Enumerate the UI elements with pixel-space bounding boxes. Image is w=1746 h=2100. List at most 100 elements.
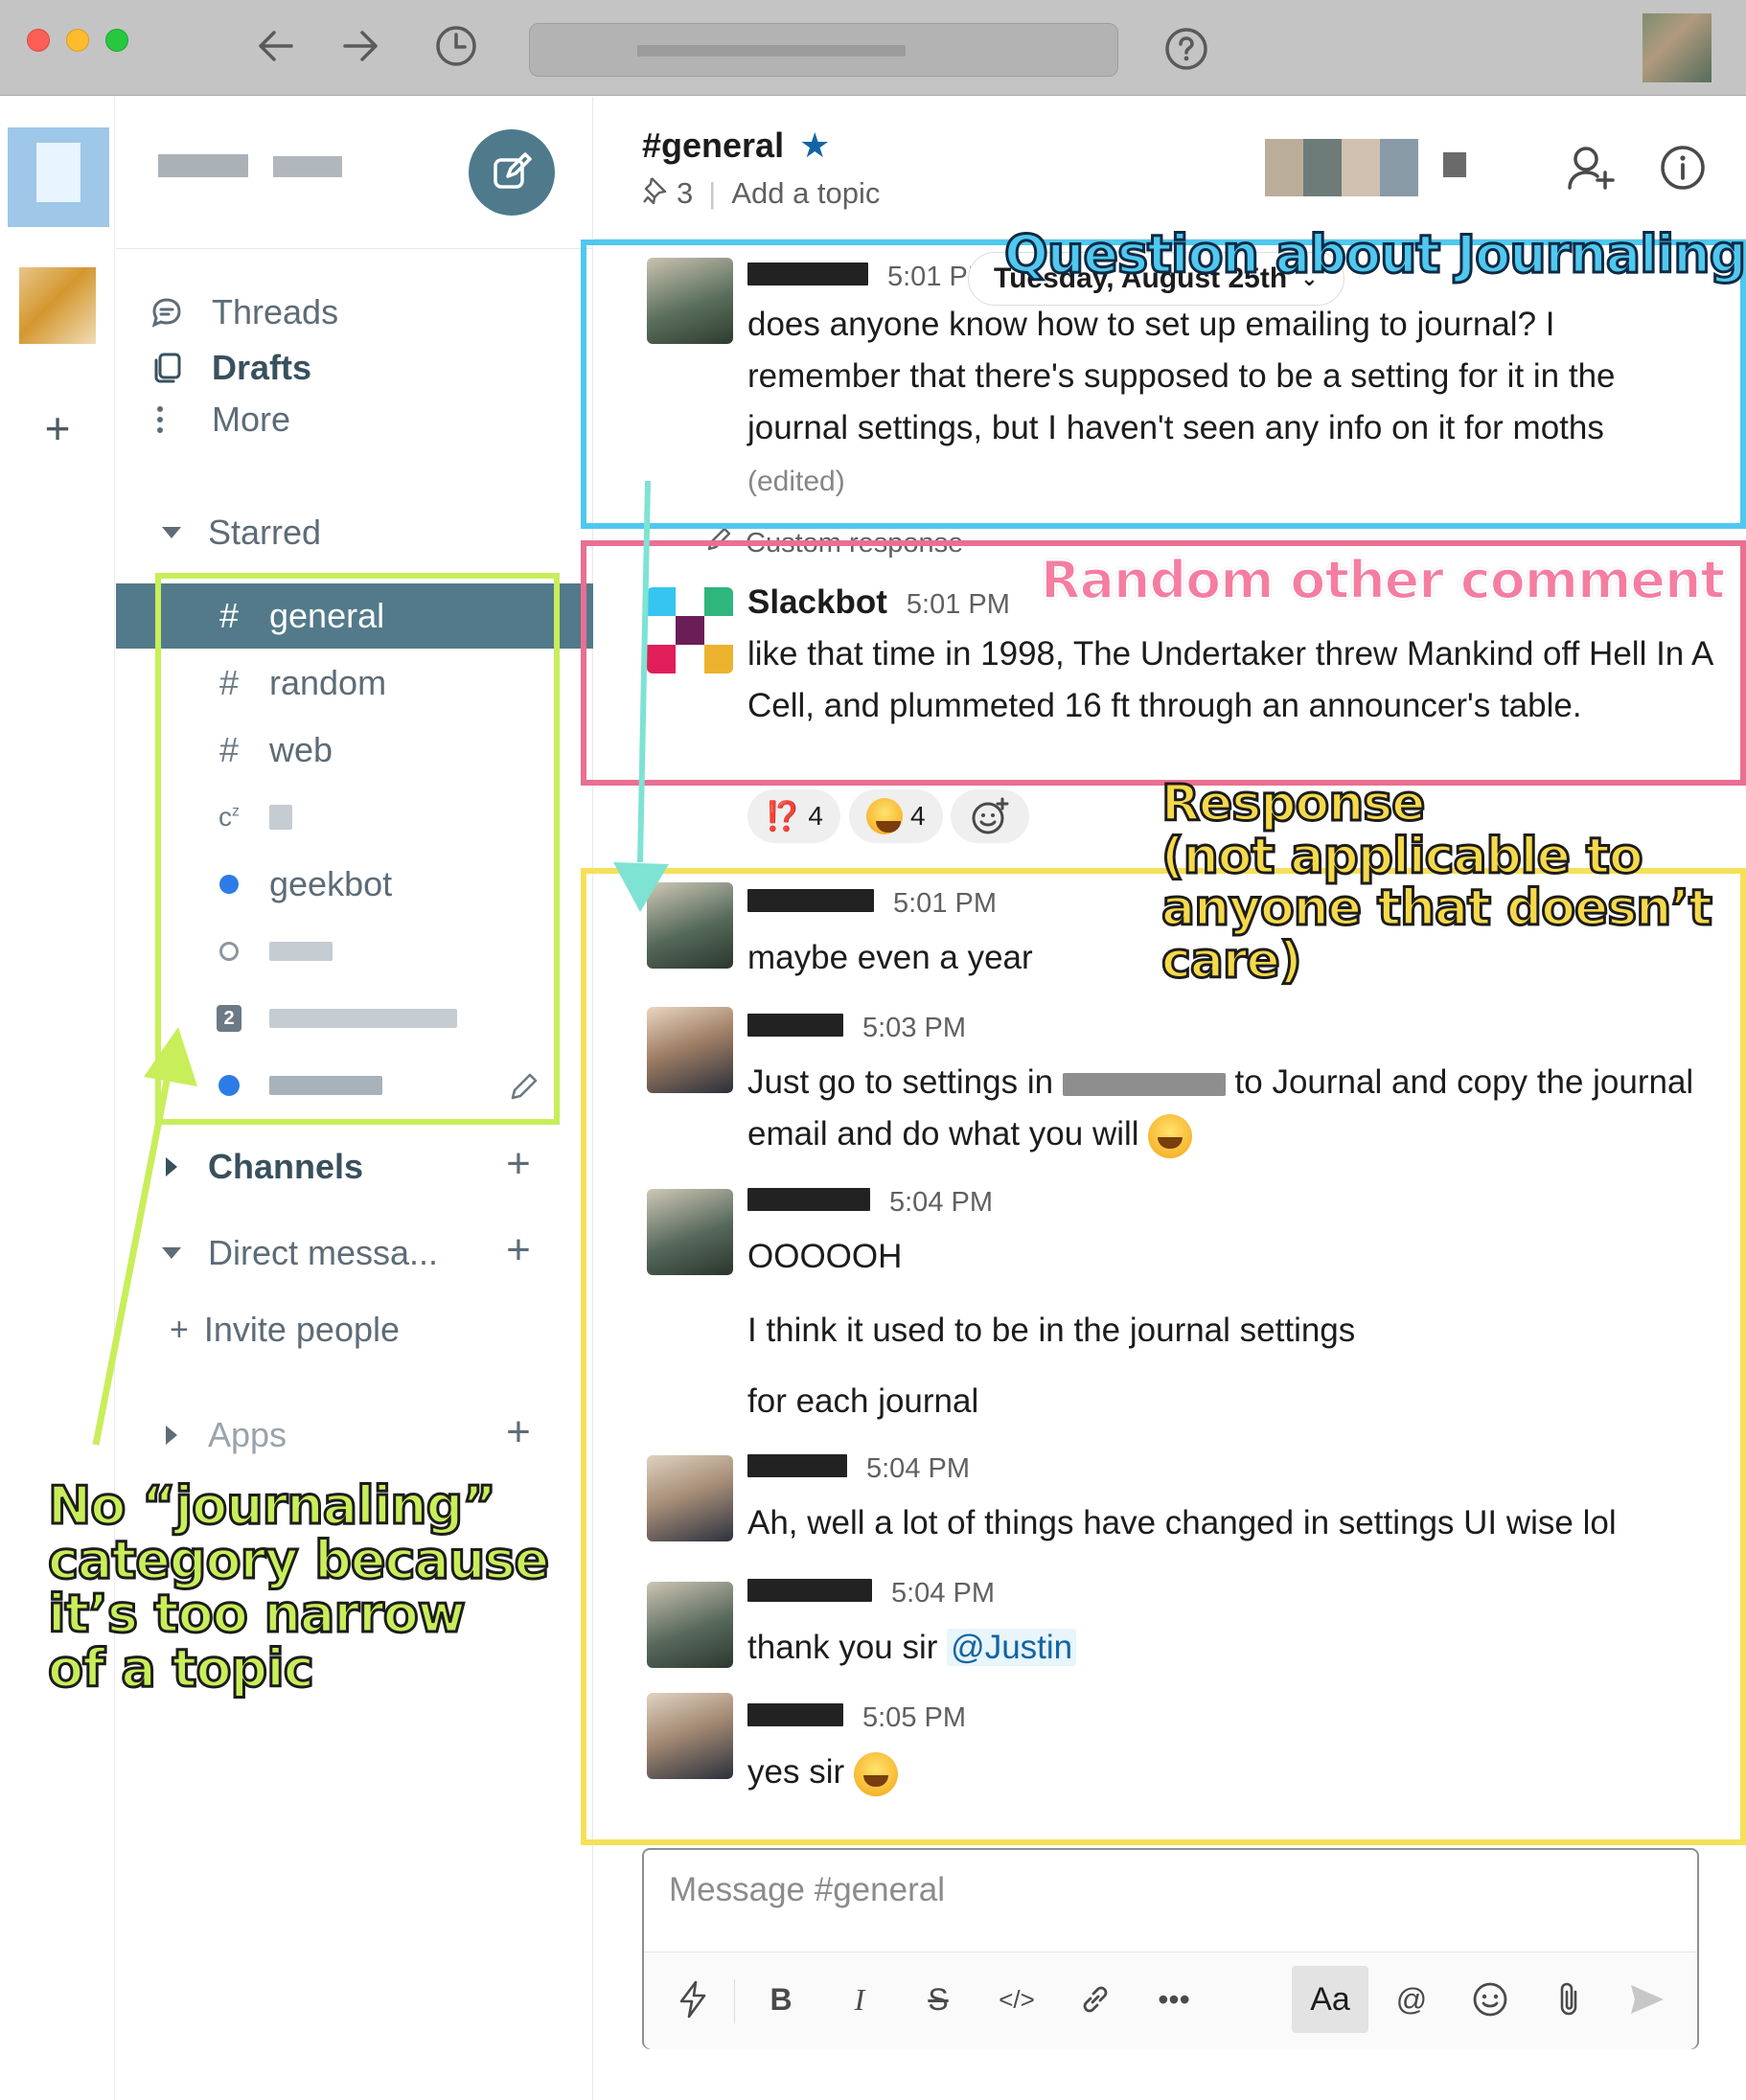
pin-count[interactable]: 3: [677, 176, 693, 211]
caret-right-icon: [154, 1156, 189, 1177]
window-titlebar: [0, 0, 1746, 96]
reaction-pill[interactable]: 4: [849, 789, 943, 843]
workspace-rail: +: [0, 97, 115, 2100]
send-icon: [1631, 1985, 1664, 2014]
add-emoji-icon: [972, 797, 1009, 834]
reaction-count: 4: [808, 801, 823, 831]
close-window-button[interactable]: [27, 29, 50, 52]
section-label: Apps: [208, 1415, 287, 1454]
strikethrough-button[interactable]: S: [905, 1966, 972, 2033]
invite-people-link[interactable]: + Invite people: [170, 1306, 400, 1354]
threads-icon: [150, 296, 193, 329]
history-button[interactable]: [433, 23, 479, 69]
annotation-label-response: Response (not applicable to anyone that …: [1160, 775, 1714, 990]
forward-button[interactable]: [337, 23, 383, 69]
shortcuts-button[interactable]: [659, 1966, 726, 2033]
annotation-box-response: [581, 868, 1746, 1845]
caret-down-icon: [154, 1246, 189, 1260]
arrow-right-icon: [343, 31, 378, 61]
channel-title-text: #general: [642, 126, 785, 165]
add-reaction-button[interactable]: [951, 789, 1029, 843]
sidebar-divider: [116, 248, 593, 249]
plus-icon: +: [170, 1311, 189, 1348]
search-input[interactable]: [529, 23, 1118, 77]
attach-button[interactable]: [1535, 1966, 1602, 2033]
reaction-count: 4: [910, 801, 926, 831]
bold-icon: B: [770, 1981, 793, 2017]
emoji-button[interactable]: [1457, 1966, 1524, 2033]
formatting-toggle-button[interactable]: Aa: [1292, 1966, 1368, 2033]
send-button[interactable]: [1614, 1966, 1681, 2033]
lightning-icon: [679, 1980, 706, 2019]
bold-button[interactable]: B: [747, 1966, 815, 2033]
help-button[interactable]: [1162, 25, 1210, 73]
member-count-blurred[interactable]: [1443, 152, 1466, 177]
info-icon: [1661, 146, 1705, 190]
reaction-pill[interactable]: ⁉️ 4: [747, 789, 840, 843]
sidebar-item-label: Drafts: [212, 348, 312, 387]
user-avatar[interactable]: [1643, 13, 1712, 82]
pin-icon[interactable]: [642, 175, 669, 212]
clock-icon: [436, 26, 476, 66]
emoji-icon: [1473, 1982, 1507, 2017]
interrobang-emoji: ⁉️: [765, 800, 801, 833]
message-composer[interactable]: Message #general B I S </> ••• Aa @: [642, 1848, 1699, 2049]
sidebar-item-label: More: [212, 399, 291, 439]
annotation-label-no-category: No “journaling” category because it’s to…: [47, 1475, 551, 1700]
add-channel-button[interactable]: +: [499, 1143, 538, 1185]
add-user-icon: [1568, 147, 1615, 190]
caret-right-icon: [154, 1425, 189, 1446]
more-vertical-icon: [150, 403, 193, 436]
italic-icon: I: [854, 1981, 865, 2017]
back-button[interactable]: [253, 23, 299, 69]
minimize-window-button[interactable]: [66, 29, 89, 52]
add-member-button[interactable]: [1564, 139, 1621, 196]
team-name-blurred[interactable]: [158, 154, 350, 179]
workspace-icon-other[interactable]: [19, 267, 96, 344]
arrow-left-icon: [259, 31, 293, 61]
joy-emoji: [866, 798, 903, 834]
strikethrough-icon: S: [928, 1981, 949, 2017]
channel-subheader: 3 | Add a topic: [642, 175, 880, 212]
compose-button[interactable]: [469, 129, 555, 216]
section-channels[interactable]: Channels: [154, 1143, 363, 1191]
zoom-window-button[interactable]: [105, 29, 128, 52]
more-horizontal-icon: •••: [1158, 1981, 1190, 2017]
mention-button[interactable]: @: [1378, 1966, 1445, 2033]
section-label: Direct messa...: [208, 1233, 439, 1272]
section-direct-messages[interactable]: Direct messa...: [154, 1229, 438, 1277]
add-app-button[interactable]: +: [499, 1411, 538, 1453]
divider: |: [708, 176, 717, 210]
search-placeholder-blurred: [637, 45, 906, 57]
section-label: Channels: [208, 1147, 364, 1186]
more-formatting-button[interactable]: •••: [1140, 1966, 1207, 2033]
annotation-label-random: Random other comment: [1040, 550, 1726, 610]
annotation-box-starred: [155, 573, 560, 1125]
paperclip-icon: [1560, 1982, 1577, 2016]
code-button[interactable]: </>: [983, 1966, 1050, 2033]
drafts-icon: [150, 352, 193, 384]
add-dm-button[interactable]: +: [499, 1229, 538, 1271]
formatting-toolbar: B I S </> ••• Aa @: [644, 1952, 1697, 2049]
link-icon: [1083, 1986, 1108, 2013]
sidebar-item-label: Threads: [212, 292, 339, 331]
add-topic-link[interactable]: Add a topic: [731, 176, 880, 211]
channel-title[interactable]: #general ★: [642, 126, 830, 166]
annotation-label-question: Question about Journaling: [1002, 224, 1746, 285]
at-icon: @: [1395, 1981, 1428, 2017]
member-avatars[interactable]: [1265, 139, 1418, 196]
add-workspace-button[interactable]: +: [34, 405, 80, 451]
message-input[interactable]: Message #general: [669, 1871, 945, 1909]
sidebar-item-threads[interactable]: Threads: [150, 288, 338, 336]
workspace-icon-current[interactable]: [8, 127, 109, 227]
channel-details-button[interactable]: [1654, 139, 1712, 196]
section-apps[interactable]: Apps: [154, 1411, 287, 1459]
help-icon: [1165, 28, 1207, 70]
sidebar-item-drafts[interactable]: Drafts: [150, 344, 311, 392]
star-icon[interactable]: ★: [799, 126, 830, 166]
code-icon: </>: [999, 1984, 1035, 2014]
link-button[interactable]: [1062, 1966, 1129, 2033]
section-starred[interactable]: Starred: [154, 509, 321, 557]
sidebar-item-more[interactable]: More: [150, 396, 290, 444]
italic-button[interactable]: I: [826, 1966, 893, 2033]
